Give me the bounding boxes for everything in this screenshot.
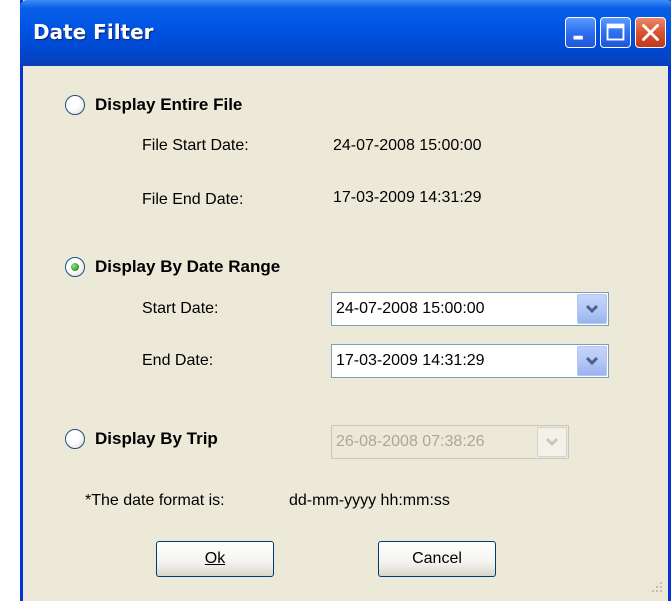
- close-icon: [642, 24, 659, 41]
- maximize-icon: [606, 23, 625, 41]
- window-title: Date Filter: [33, 20, 154, 44]
- minimize-icon: [573, 35, 583, 40]
- start-date-dropdown-button[interactable]: [577, 294, 607, 324]
- entire-file-label[interactable]: Display Entire File: [95, 95, 242, 115]
- radio-selected-dot: [71, 263, 79, 271]
- file-start-date-label: File Start Date:: [142, 137, 249, 154]
- file-start-date-value: 24-07-2008 15:00:00: [333, 137, 482, 154]
- date-format-value: dd-mm-yyyy hh:mm:ss: [289, 492, 450, 509]
- end-date-dropdown[interactable]: 17-03-2009 14:31:29: [331, 344, 609, 378]
- radio-date-range[interactable]: [65, 257, 85, 277]
- title-bar[interactable]: Date Filter: [20, 0, 671, 66]
- end-date-label: End Date:: [142, 352, 214, 369]
- maximize-button[interactable]: [600, 17, 631, 48]
- ok-button[interactable]: Ok: [156, 541, 274, 577]
- minimize-button[interactable]: [565, 17, 596, 48]
- date-range-label[interactable]: Display By Date Range: [95, 257, 280, 277]
- trip-dropdown[interactable]: 26-08-2008 07:38:26: [331, 425, 569, 459]
- date-filter-dialog: Date Filter Display Entire File File Sta…: [20, 0, 671, 601]
- chevron-down-icon: [585, 304, 599, 314]
- start-date-dropdown[interactable]: 24-07-2008 15:00:00: [331, 292, 609, 326]
- end-date-value: 17-03-2009 14:31:29: [336, 352, 485, 369]
- ok-label: Ok: [204, 550, 226, 567]
- cancel-label: Cancel: [412, 550, 462, 567]
- start-date-label: Start Date:: [142, 300, 219, 317]
- chevron-down-icon: [585, 356, 599, 366]
- trip-label[interactable]: Display By Trip: [95, 429, 218, 449]
- close-button[interactable]: [635, 17, 666, 48]
- file-end-date-label: File End Date:: [142, 191, 244, 208]
- dialog-body: Display Entire File File Start Date: 24-…: [23, 66, 668, 601]
- chevron-down-icon: [545, 437, 559, 447]
- date-format-note-label: *The date format is:: [85, 492, 225, 509]
- trip-dropdown-button[interactable]: [537, 427, 567, 457]
- start-date-value: 24-07-2008 15:00:00: [336, 300, 485, 317]
- resize-grip-icon[interactable]: [647, 579, 665, 597]
- cancel-button[interactable]: Cancel: [378, 541, 496, 577]
- end-date-dropdown-button[interactable]: [577, 346, 607, 376]
- radio-entire-file[interactable]: [65, 95, 85, 115]
- file-end-date-value: 17-03-2009 14:31:29: [333, 189, 482, 206]
- radio-trip[interactable]: [65, 429, 85, 449]
- trip-value: 26-08-2008 07:38:26: [336, 433, 485, 450]
